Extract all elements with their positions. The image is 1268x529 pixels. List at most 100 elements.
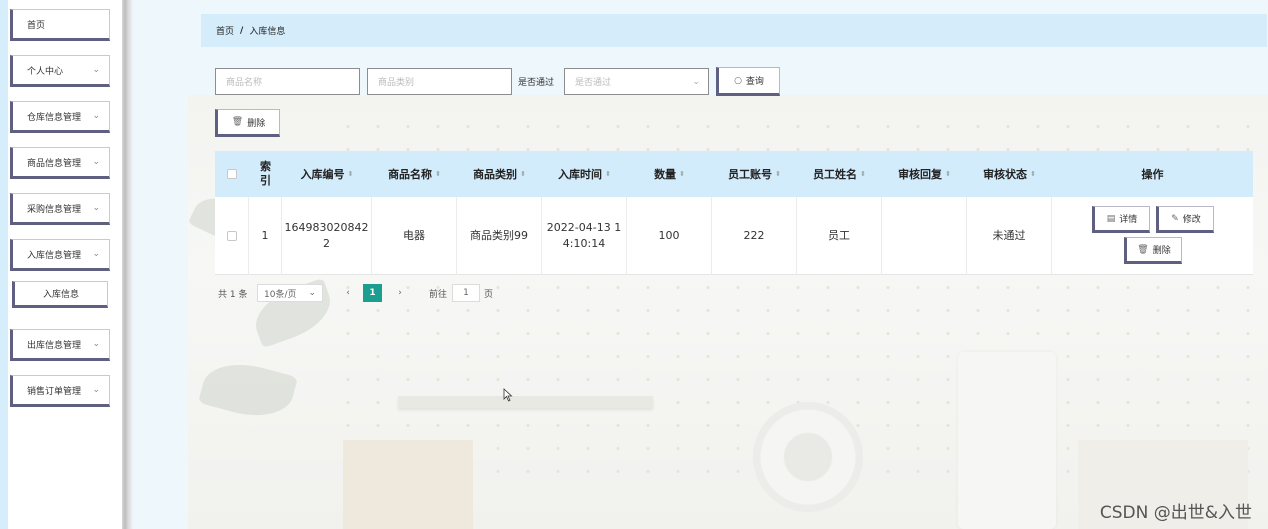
prev-page-button[interactable]: ‹	[339, 284, 357, 302]
row-delete-button-label: 删除	[1152, 246, 1171, 256]
breadcrumb-home[interactable]: 首页	[216, 24, 234, 37]
cell-name: 电器	[372, 197, 457, 275]
input-placeholder: 商品类别	[378, 78, 415, 88]
page-size-value: 10条/页	[264, 289, 297, 300]
trash-icon: 🗑	[231, 117, 244, 127]
row-checkbox[interactable]	[226, 231, 237, 241]
sort-icon[interactable]: ⬍	[348, 170, 354, 178]
chevron-down-icon: ⌄	[92, 111, 100, 121]
chevron-down-icon: ⌄	[92, 157, 100, 167]
header-label: 商品类别	[473, 168, 518, 181]
breadcrumb: 首页 / 入库信息	[201, 14, 1267, 47]
round-decoration	[753, 402, 863, 512]
sidebar-item-inbound[interactable]: 入库信息管理 ⌄	[10, 239, 110, 271]
sidebar-subitem-inbound-info[interactable]: 入库信息	[12, 281, 108, 308]
mouse-cursor-icon	[503, 388, 513, 402]
sidebar-item-home[interactable]: 首页	[10, 9, 110, 41]
sort-icon[interactable]: ⬍	[520, 170, 526, 178]
column-header-reply[interactable]: 审核回复 ⬍	[882, 151, 967, 197]
column-header-staff[interactable]: 员工姓名 ⬍	[797, 151, 882, 197]
column-header-account[interactable]: 员工账号 ⬍	[712, 151, 797, 197]
header-label: 入库编号	[300, 168, 345, 181]
header-label: 员工账号	[728, 168, 773, 181]
chevron-left-icon: ‹	[346, 288, 350, 298]
column-header-category[interactable]: 商品类别 ⬍	[457, 151, 542, 197]
chevron-right-icon: ›	[398, 288, 402, 298]
goods-category-input[interactable]: 商品类别	[367, 68, 512, 95]
cell-reply	[882, 197, 967, 275]
column-header-code[interactable]: 入库编号 ⬍	[282, 151, 372, 197]
sidebar-item-label: 销售订单管理	[27, 386, 82, 397]
page-size-select[interactable]: 10条/页 ⌄	[257, 284, 323, 302]
pass-label: 是否通过	[518, 78, 555, 88]
table-header: 索引 入库编号 ⬍ 商品名称 ⬍ 商品类别 ⬍ 入库时间 ⬍ 数量 ⬍ 员工账号 ⬍ 员工姓…	[215, 151, 1253, 197]
sidebar-item-label: 商品信息管理	[27, 158, 82, 169]
left-strip	[0, 0, 8, 529]
cell-staff: 员工	[797, 197, 882, 275]
input-placeholder: 商品名称	[226, 78, 263, 88]
sidebar-item-label: 入库信息	[42, 290, 79, 300]
cell-time-line1: 2022-04-13 1	[546, 221, 622, 234]
sidebar-item-label: 仓库信息管理	[27, 112, 82, 123]
delete-button-label: 删除	[247, 118, 266, 129]
sort-icon[interactable]: ⬍	[775, 170, 781, 178]
detail-button[interactable]: ▤ 详情	[1092, 206, 1150, 233]
sort-icon[interactable]: ⬍	[860, 170, 866, 178]
search-button-label: 查询	[745, 77, 764, 87]
goods-name-input[interactable]: 商品名称	[215, 68, 360, 95]
search-button[interactable]: ○ 查询	[716, 67, 780, 96]
select-placeholder: 是否通过	[575, 78, 612, 88]
select-all-checkbox[interactable]	[227, 169, 237, 179]
cell-account: 222	[712, 197, 797, 275]
sidebar-divider[interactable]	[122, 0, 133, 529]
detail-button-label: 详情	[1119, 215, 1138, 225]
header-label: 数量	[654, 168, 677, 181]
cell-category: 商品类别99	[457, 197, 542, 275]
header-label: 操作	[1141, 168, 1164, 181]
edit-icon: ✎	[1171, 213, 1179, 224]
sort-icon[interactable]: ⬍	[945, 170, 951, 178]
sidebar-item-purchase[interactable]: 采购信息管理 ⌄	[10, 193, 110, 225]
sidebar-item-label: 首页	[27, 20, 46, 31]
main-content: 首页 / 入库信息 商品名称 商品类别 是否通过 是否通过 ⌄ ○ 查询 🗑 删…	[133, 0, 1268, 529]
column-header-quantity[interactable]: 数量 ⬍	[627, 151, 712, 197]
header-label: 审核状态	[983, 168, 1028, 181]
column-header-status[interactable]: 审核状态 ⬍	[967, 151, 1052, 197]
batch-delete-button[interactable]: 🗑 删除	[215, 109, 280, 137]
watermark: CSDN @出世&入世	[1099, 503, 1252, 523]
page-suffix: 页	[484, 289, 494, 300]
goto-page-input[interactable]: 1	[452, 284, 480, 302]
page-number-current[interactable]: 1	[363, 284, 382, 302]
chevron-down-icon: ⌄	[92, 249, 100, 259]
header-label: 索引	[260, 160, 271, 187]
document-icon: ▤	[1106, 213, 1116, 224]
column-header-name[interactable]: 商品名称 ⬍	[372, 151, 457, 197]
sort-icon[interactable]: ⬍	[1030, 170, 1036, 178]
breadcrumb-current: 入库信息	[249, 27, 286, 37]
sort-icon[interactable]: ⬍	[435, 170, 441, 178]
header-label: 商品名称	[388, 168, 433, 181]
cell-status: 未通过	[967, 197, 1052, 275]
cell-code-line2: 2	[323, 237, 330, 250]
cell-index: 1	[249, 197, 282, 275]
cell-code-line1: 164983020842	[284, 221, 369, 234]
chevron-down-icon: ⌄	[92, 339, 100, 349]
edit-button[interactable]: ✎ 修改	[1156, 206, 1214, 233]
sidebar-item-personal-center[interactable]: 个人中心 ⌄	[10, 55, 110, 87]
column-header-index[interactable]: 索引	[249, 151, 282, 197]
row-delete-button[interactable]: 🗑 删除	[1124, 237, 1182, 264]
pass-select[interactable]: 是否通过 ⌄	[564, 68, 709, 95]
sidebar-item-outbound[interactable]: 出库信息管理 ⌄	[10, 329, 110, 361]
cell-quantity: 100	[627, 197, 712, 275]
breadcrumb-separator: /	[240, 25, 244, 36]
column-header-time[interactable]: 入库时间 ⬍	[542, 151, 627, 197]
header-label: 审核回复	[898, 168, 943, 181]
sidebar-item-warehouse[interactable]: 仓库信息管理 ⌄	[10, 101, 110, 133]
sidebar-item-goods[interactable]: 商品信息管理 ⌄	[10, 147, 110, 179]
sidebar: 首页 个人中心 ⌄ 仓库信息管理 ⌄ 商品信息管理 ⌄ 采购信息管理 ⌄ 入库信…	[8, 0, 124, 529]
sidebar-item-sales[interactable]: 销售订单管理 ⌄	[10, 375, 110, 407]
sort-icon[interactable]: ⬍	[679, 170, 685, 178]
sort-icon[interactable]: ⬍	[605, 170, 611, 178]
search-icon: ○	[734, 75, 742, 86]
next-page-button[interactable]: ›	[391, 284, 409, 302]
